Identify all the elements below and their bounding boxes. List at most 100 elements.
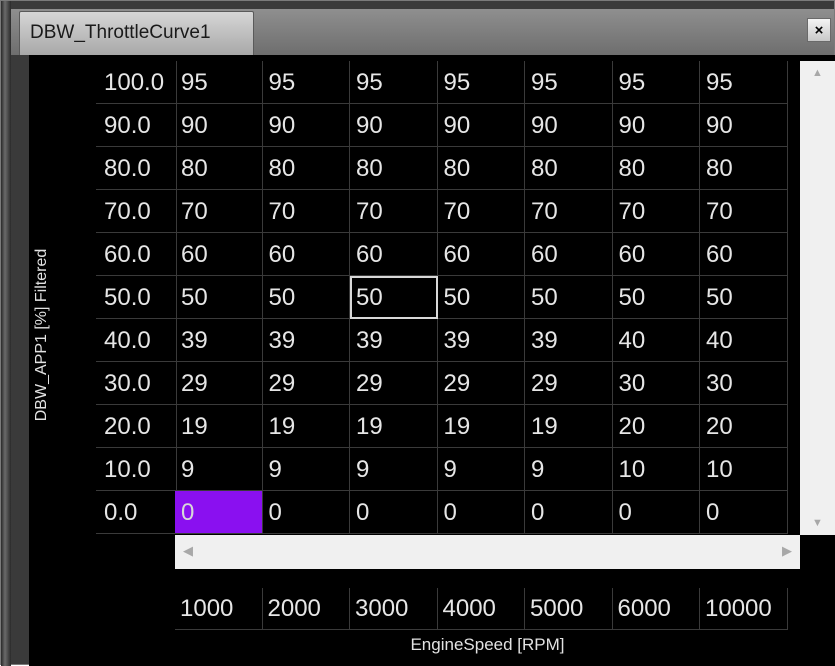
table-cell[interactable]: 29 (437, 362, 525, 405)
table-cell[interactable]: 19 (437, 405, 525, 448)
table-cell[interactable]: 30 (612, 362, 700, 405)
table-cell[interactable]: 9 (525, 448, 613, 491)
table-cell[interactable]: 70 (437, 190, 525, 233)
tab-throttle-curve[interactable]: DBW_ThrottleCurve1 (19, 11, 254, 55)
close-button[interactable]: × (807, 18, 831, 42)
row-axis-value[interactable]: 50.0 (96, 276, 177, 319)
table-cell[interactable]: 60 (612, 233, 700, 276)
column-axis-value[interactable]: 3000 (350, 588, 438, 630)
column-axis-value[interactable]: 10000 (700, 588, 788, 630)
table-cell[interactable]: 60 (437, 233, 525, 276)
table-cell[interactable]: 50 (350, 276, 438, 319)
table-cell[interactable]: 29 (262, 362, 350, 405)
table-cell[interactable]: 80 (350, 147, 438, 190)
table-cell[interactable]: 40 (700, 319, 788, 362)
table-cell[interactable]: 60 (700, 233, 788, 276)
table-cell[interactable]: 50 (262, 276, 350, 319)
table-cell[interactable]: 39 (262, 319, 350, 362)
scroll-up-icon[interactable]: ▲ (812, 67, 823, 79)
table-cell[interactable]: 60 (175, 233, 263, 276)
table-cell[interactable]: 70 (350, 190, 438, 233)
table-cell[interactable]: 70 (700, 190, 788, 233)
scroll-down-icon[interactable]: ▼ (812, 517, 823, 529)
table-cell[interactable]: 60 (350, 233, 438, 276)
table-cell[interactable]: 0 (350, 491, 438, 534)
table-cell[interactable]: 95 (437, 61, 525, 104)
table-cell[interactable]: 29 (350, 362, 438, 405)
table-cell[interactable]: 50 (525, 276, 613, 319)
table-cell[interactable]: 95 (350, 61, 438, 104)
table-cell[interactable]: 90 (262, 104, 350, 147)
table-cell[interactable]: 70 (175, 190, 263, 233)
table-cell[interactable]: 95 (612, 61, 700, 104)
table-cell[interactable]: 95 (175, 61, 263, 104)
table-cell[interactable]: 39 (350, 319, 438, 362)
table-cell[interactable]: 20 (700, 405, 788, 448)
table-cell[interactable]: 90 (437, 104, 525, 147)
row-axis-value[interactable]: 60.0 (96, 233, 177, 276)
table-cell[interactable]: 9 (175, 448, 263, 491)
table-cell[interactable]: 39 (175, 319, 263, 362)
column-axis-value[interactable]: 4000 (437, 588, 525, 630)
table-cell[interactable]: 70 (525, 190, 613, 233)
table-cell[interactable]: 90 (700, 104, 788, 147)
table-cell[interactable]: 95 (525, 61, 613, 104)
row-axis-value[interactable]: 10.0 (96, 448, 177, 491)
table-cell[interactable]: 0 (437, 491, 525, 534)
row-axis-value[interactable]: 100.0 (96, 61, 177, 104)
table-cell[interactable]: 39 (525, 319, 613, 362)
horizontal-scrollbar[interactable]: ◀ ▶ (175, 535, 800, 569)
table-cell[interactable]: 95 (262, 61, 350, 104)
table-cell[interactable]: 30 (700, 362, 788, 405)
table-cell[interactable]: 0 (612, 491, 700, 534)
table-cell[interactable]: 80 (262, 147, 350, 190)
table-cell[interactable]: 60 (262, 233, 350, 276)
row-axis-value[interactable]: 80.0 (96, 147, 177, 190)
table-cell[interactable]: 90 (525, 104, 613, 147)
row-axis-value[interactable]: 90.0 (96, 104, 177, 147)
table-cell[interactable]: 80 (525, 147, 613, 190)
column-axis-value[interactable]: 1000 (175, 588, 263, 630)
table-cell[interactable]: 29 (525, 362, 613, 405)
scroll-left-icon[interactable]: ◀ (183, 543, 193, 559)
table-cell[interactable]: 19 (262, 405, 350, 448)
row-axis-value[interactable]: 20.0 (96, 405, 177, 448)
table-cell[interactable]: 50 (175, 276, 263, 319)
row-axis-value[interactable]: 70.0 (96, 190, 177, 233)
table-cell[interactable]: 9 (437, 448, 525, 491)
column-axis-value[interactable]: 6000 (612, 588, 700, 630)
table-cell[interactable]: 80 (175, 147, 263, 190)
table-cell[interactable]: 90 (612, 104, 700, 147)
table-cell[interactable]: 90 (175, 104, 263, 147)
table-cell[interactable]: 19 (350, 405, 438, 448)
table-cell[interactable]: 70 (612, 190, 700, 233)
table-cell[interactable]: 50 (700, 276, 788, 319)
table-cell[interactable]: 19 (175, 405, 263, 448)
table-cell[interactable]: 0 (175, 491, 263, 534)
table-cell[interactable]: 0 (525, 491, 613, 534)
table-cell[interactable]: 90 (350, 104, 438, 147)
table-cell[interactable]: 9 (262, 448, 350, 491)
table-cell[interactable]: 80 (700, 147, 788, 190)
vertical-scrollbar[interactable]: ▲ ▼ (800, 61, 835, 535)
table-cell[interactable]: 0 (700, 491, 788, 534)
table-cell[interactable]: 60 (525, 233, 613, 276)
table-cell[interactable]: 40 (612, 319, 700, 362)
table-cell[interactable]: 80 (612, 147, 700, 190)
row-axis-value[interactable]: 30.0 (96, 362, 177, 405)
row-axis-value[interactable]: 0.0 (96, 491, 177, 534)
table-cell[interactable]: 20 (612, 405, 700, 448)
table-cell[interactable]: 80 (437, 147, 525, 190)
table-cell[interactable]: 10 (700, 448, 788, 491)
column-axis-value[interactable]: 5000 (525, 588, 613, 630)
table-cell[interactable]: 0 (262, 491, 350, 534)
table-cell[interactable]: 50 (612, 276, 700, 319)
table-cell[interactable]: 50 (437, 276, 525, 319)
table-cell[interactable]: 39 (437, 319, 525, 362)
table-cell[interactable]: 9 (350, 448, 438, 491)
table-cell[interactable]: 70 (262, 190, 350, 233)
scroll-right-icon[interactable]: ▶ (782, 543, 792, 559)
table-cell[interactable]: 19 (525, 405, 613, 448)
table-cell[interactable]: 95 (700, 61, 788, 104)
column-axis-value[interactable]: 2000 (262, 588, 350, 630)
